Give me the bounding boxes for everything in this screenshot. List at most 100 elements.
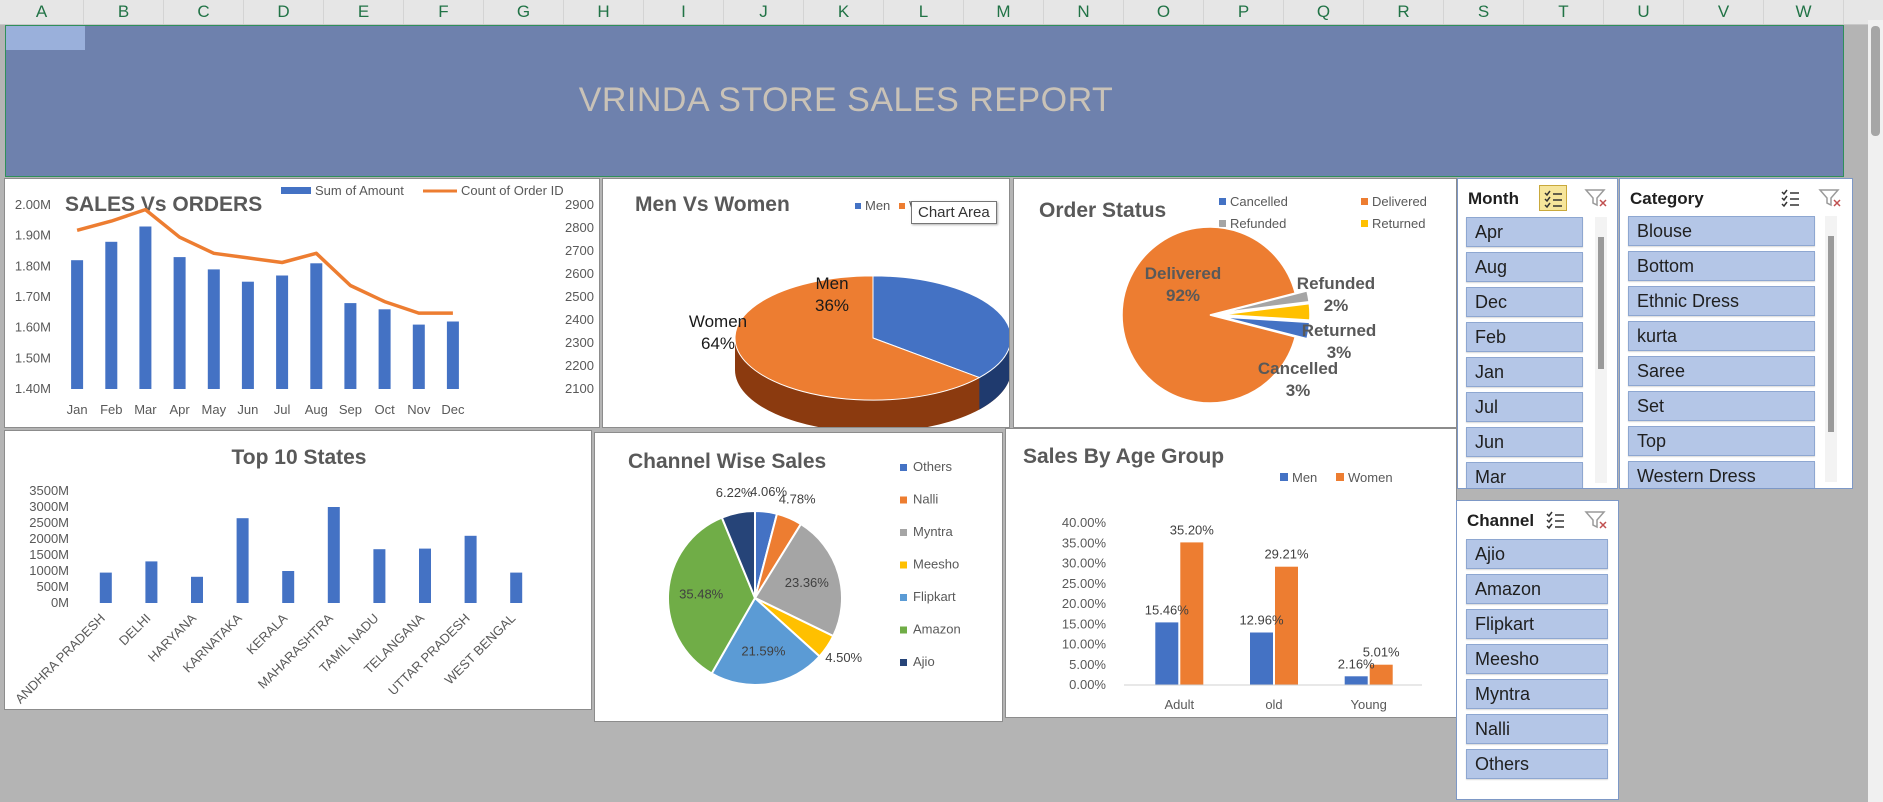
column-header-s[interactable]: S bbox=[1444, 0, 1524, 24]
category-slicer[interactable]: Category Blouse Bottom Ethnic Dress kurt… bbox=[1619, 178, 1853, 489]
column-header-k[interactable]: K bbox=[804, 0, 884, 24]
slicer-item-jul[interactable]: Jul bbox=[1466, 392, 1583, 422]
selected-cell[interactable] bbox=[6, 26, 85, 50]
scrollbar-thumb[interactable] bbox=[1871, 26, 1880, 136]
sales-vs-orders-chart[interactable]: SALES Vs ORDERS Sum of Amount Count of O… bbox=[4, 178, 600, 428]
column-header-w[interactable]: W bbox=[1764, 0, 1844, 24]
bar-amount-nov bbox=[412, 324, 425, 389]
channel-sales-chart[interactable]: Channel Wise Sales 4.06% 4.78% 23.36% 4.50%… bbox=[594, 432, 1003, 722]
slicer-item-ethnic-dress[interactable]: Ethnic Dress bbox=[1628, 286, 1815, 316]
slicer-item-jan[interactable]: Jan bbox=[1466, 357, 1583, 387]
column-header-n[interactable]: N bbox=[1044, 0, 1124, 24]
multi-select-icon[interactable] bbox=[1542, 507, 1570, 533]
legend-swatch-meesho bbox=[900, 561, 907, 569]
column-header-d[interactable]: D bbox=[244, 0, 324, 24]
column-header-b[interactable]: B bbox=[84, 0, 164, 24]
column-header-p[interactable]: P bbox=[1204, 0, 1284, 24]
slicer-item-top[interactable]: Top bbox=[1628, 426, 1815, 456]
slicer-item-amazon[interactable]: Amazon bbox=[1466, 574, 1608, 604]
data-label-women-adult: 35.20% bbox=[1170, 522, 1215, 537]
y-tick-label: 0.00% bbox=[1069, 677, 1106, 692]
top-states-chart[interactable]: Top 10 States 3500M 3000M 2500M 2000M 1500M 1… bbox=[4, 430, 592, 710]
x-tick-label: Dec bbox=[441, 402, 465, 417]
column-header-c[interactable]: C bbox=[164, 0, 244, 24]
legend-swatch-amazon bbox=[900, 626, 907, 634]
column-header-m[interactable]: M bbox=[964, 0, 1044, 24]
slicer-item-myntra[interactable]: Myntra bbox=[1466, 679, 1608, 709]
column-header-q[interactable]: Q bbox=[1284, 0, 1364, 24]
x-tick-label: Sep bbox=[339, 402, 362, 417]
bar-telangana bbox=[419, 548, 431, 603]
slicer-item-apr[interactable]: Apr bbox=[1466, 217, 1583, 247]
data-label-flipkart: 21.59% bbox=[741, 643, 786, 658]
clear-filter-icon[interactable] bbox=[1583, 507, 1609, 533]
slicer-item-blouse[interactable]: Blouse bbox=[1628, 216, 1815, 246]
slicer-item-aug[interactable]: Aug bbox=[1466, 252, 1583, 282]
column-header-g[interactable]: G bbox=[484, 0, 564, 24]
data-label-men-old: 12.96% bbox=[1239, 613, 1284, 628]
slicer-title: Channel bbox=[1467, 511, 1535, 530]
slicer-item-feb[interactable]: Feb bbox=[1466, 322, 1583, 352]
slicer-item-saree[interactable]: Saree bbox=[1628, 356, 1815, 386]
month-slicer[interactable]: Month Apr Aug Dec Feb Jan Jul Jun Mar bbox=[1457, 178, 1618, 489]
slicer-item-jun[interactable]: Jun bbox=[1466, 427, 1583, 457]
channel-sales-plot: 4.06%4.78%23.36%4.50%21.59%35.48%6.22% O… bbox=[667, 459, 961, 686]
pie-label-men: Men bbox=[815, 274, 848, 293]
bar-amount-jul bbox=[276, 275, 289, 389]
y-tick-label: 500M bbox=[36, 579, 69, 594]
channel-slicer[interactable]: Channel Ajio Amazon Flipkart Meesho Mynt… bbox=[1456, 500, 1619, 800]
slicer-scrollbar[interactable] bbox=[1595, 217, 1607, 483]
slicer-item-ajio[interactable]: Ajio bbox=[1466, 539, 1608, 569]
slicer-item-set[interactable]: Set bbox=[1628, 391, 1815, 421]
column-header-v[interactable]: V bbox=[1684, 0, 1764, 24]
slicer-item-mar[interactable]: Mar bbox=[1466, 462, 1583, 488]
clear-filter-icon[interactable] bbox=[1817, 185, 1843, 211]
pie-pct-women: 64% bbox=[701, 334, 735, 353]
slicer-scroll-thumb[interactable] bbox=[1598, 237, 1604, 369]
x-tick-label: Aug bbox=[305, 402, 328, 417]
slicer-item-western-dress[interactable]: Western Dress bbox=[1628, 461, 1815, 488]
y-tick-label: 1.50M bbox=[15, 350, 51, 365]
bar-uttar-pradesh bbox=[464, 535, 477, 603]
column-header-j[interactable]: J bbox=[724, 0, 804, 24]
multi-select-icon[interactable] bbox=[1539, 185, 1567, 211]
slicer-item-dec[interactable]: Dec bbox=[1466, 287, 1583, 317]
column-header-o[interactable]: O bbox=[1124, 0, 1204, 24]
top-states-plot: 3500M3000M2500M2000M1500M1000M500M0M AND… bbox=[12, 483, 523, 706]
slicer-item-meesho[interactable]: Meesho bbox=[1466, 644, 1608, 674]
legend-label-meesho: Meesho bbox=[913, 557, 959, 572]
column-header-i[interactable]: I bbox=[644, 0, 724, 24]
bar-maharashtra bbox=[327, 507, 340, 603]
y-tick-label: 40.00% bbox=[1062, 515, 1107, 530]
order-status-chart[interactable]: Order Status Cancelled Delivered Refunde… bbox=[1013, 178, 1457, 428]
bar-tamil-nadu bbox=[373, 549, 386, 603]
report-banner[interactable]: VRINDA STORE SALES REPORT bbox=[5, 25, 1844, 177]
x-tick-label: Jul bbox=[274, 402, 291, 417]
x-tick-label: KERALA bbox=[243, 610, 290, 657]
x-tick-label: Nov bbox=[407, 402, 431, 417]
column-header-f[interactable]: F bbox=[404, 0, 484, 24]
clear-filter-icon[interactable] bbox=[1583, 185, 1609, 211]
y-tick-label: 1.90M bbox=[15, 228, 51, 243]
slicer-item-kurta[interactable]: kurta bbox=[1628, 321, 1815, 351]
slicer-scroll-thumb[interactable] bbox=[1828, 236, 1834, 432]
slicer-item-bottom[interactable]: Bottom bbox=[1628, 251, 1815, 281]
slicer-item-others[interactable]: Others bbox=[1466, 749, 1608, 779]
bar-amount-may bbox=[207, 269, 220, 389]
column-header-l[interactable]: L bbox=[884, 0, 964, 24]
vertical-scrollbar[interactable] bbox=[1868, 20, 1883, 802]
column-header-e[interactable]: E bbox=[324, 0, 404, 24]
column-header-t[interactable]: T bbox=[1524, 0, 1604, 24]
slicer-scrollbar[interactable] bbox=[1825, 216, 1837, 482]
legend-label-refunded: Refunded bbox=[1230, 216, 1286, 231]
column-header-u[interactable]: U bbox=[1604, 0, 1684, 24]
age-group-chart[interactable]: Sales By Age Group Men Women 40.00% 35.00… bbox=[1005, 428, 1457, 718]
column-header-a[interactable]: A bbox=[0, 0, 84, 24]
bar-amount-dec bbox=[446, 321, 459, 389]
bar-amount-apr bbox=[173, 257, 186, 389]
slicer-item-flipkart[interactable]: Flipkart bbox=[1466, 609, 1608, 639]
multi-select-icon[interactable] bbox=[1777, 185, 1805, 211]
column-header-h[interactable]: H bbox=[564, 0, 644, 24]
column-header-r[interactable]: R bbox=[1364, 0, 1444, 24]
slicer-item-nalli[interactable]: Nalli bbox=[1466, 714, 1608, 744]
